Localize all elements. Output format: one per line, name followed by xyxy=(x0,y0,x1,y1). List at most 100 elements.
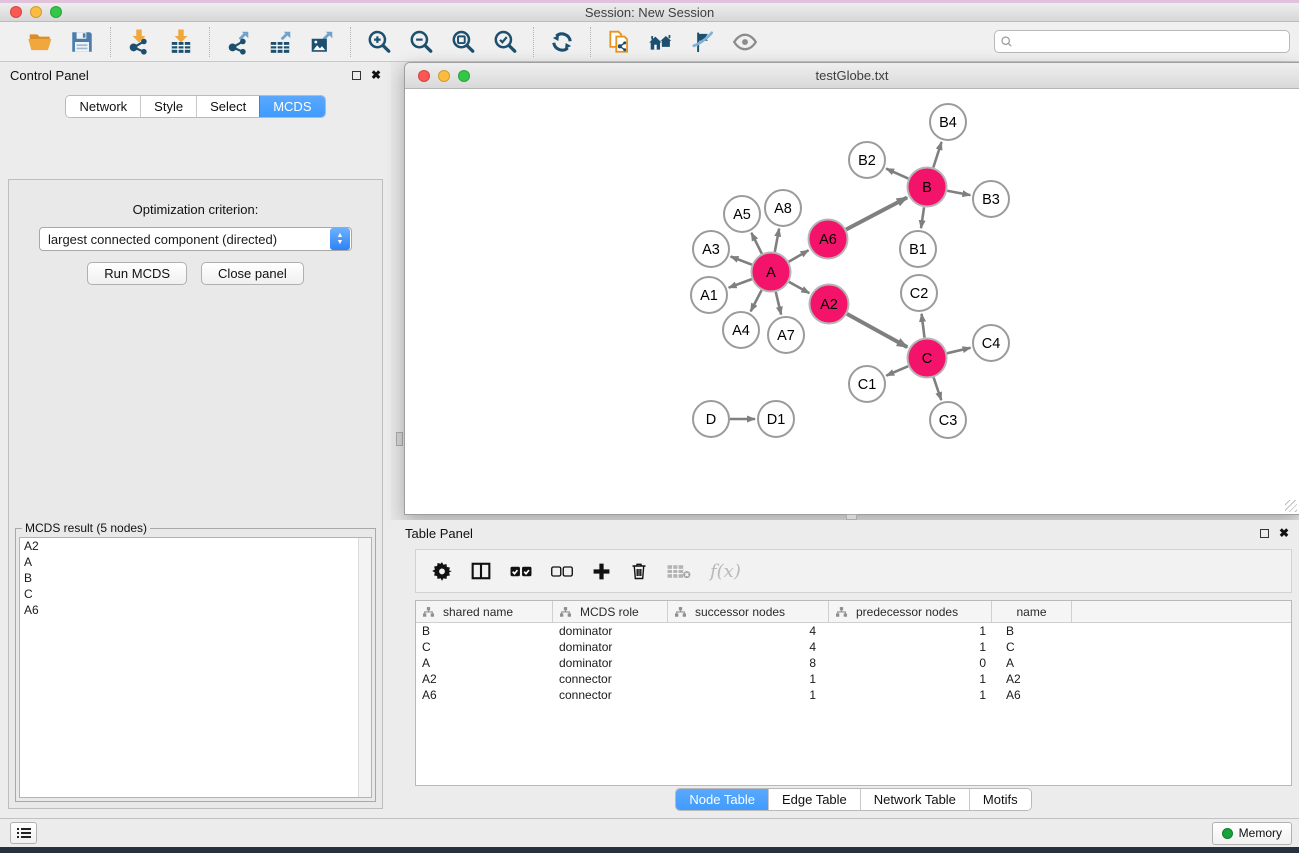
tab-node-table[interactable]: Node Table xyxy=(676,789,768,810)
save-session-button[interactable] xyxy=(68,28,96,56)
tab-edge-table[interactable]: Edge Table xyxy=(768,789,860,810)
import-network-button[interactable] xyxy=(125,28,153,56)
node-A8[interactable]: A8 xyxy=(765,190,801,226)
hide-annotations-button[interactable] xyxy=(689,28,717,56)
column-header-name[interactable]: name xyxy=(992,601,1072,622)
node-A3[interactable]: A3 xyxy=(693,231,729,267)
network-snapshot-button[interactable] xyxy=(605,28,633,56)
node-C4[interactable]: C4 xyxy=(973,325,1009,361)
zoom-fit-button[interactable] xyxy=(449,28,477,56)
edge-A-A1[interactable] xyxy=(729,279,752,288)
tab-network[interactable]: Network xyxy=(66,96,140,117)
column-header-successor-nodes[interactable]: successor nodes xyxy=(668,601,829,622)
delete-row-button[interactable] xyxy=(630,559,648,583)
node-D[interactable]: D xyxy=(693,401,729,437)
import-table-button[interactable] xyxy=(167,28,195,56)
edge-A-A8[interactable] xyxy=(775,229,779,252)
column-header-predecessor-nodes[interactable]: predecessor nodes xyxy=(829,601,992,622)
node-A7[interactable]: A7 xyxy=(768,317,804,353)
export-network-button[interactable] xyxy=(224,28,252,56)
float-table-panel-icon[interactable] xyxy=(1260,529,1269,538)
zoom-selected-button[interactable] xyxy=(491,28,519,56)
tab-style[interactable]: Style xyxy=(140,96,196,117)
node-A4[interactable]: A4 xyxy=(723,312,759,348)
network-graph[interactable]: A A1 A3A5A8 A4A7 A6 A2 B B2 B4 B3 B1 C C2 C4 C1 C3 D D1 xyxy=(405,90,1299,515)
edge-C-C4[interactable] xyxy=(947,348,971,354)
edge-B-B4[interactable] xyxy=(933,142,941,168)
zoom-in-button[interactable] xyxy=(365,28,393,56)
show-graphics-details-button[interactable] xyxy=(731,28,759,56)
export-table-button[interactable] xyxy=(266,28,294,56)
table-row[interactable]: Cdominator41C xyxy=(416,639,1291,655)
zoom-out-button[interactable] xyxy=(407,28,435,56)
node-B[interactable]: B xyxy=(908,168,947,207)
table-row[interactable]: A6connector11A6 xyxy=(416,687,1291,703)
node-B3[interactable]: B3 xyxy=(973,181,1009,217)
edge-A-A3[interactable] xyxy=(731,257,752,265)
table-row[interactable]: Bdominator41B xyxy=(416,623,1291,639)
edge-B-B2[interactable] xyxy=(886,169,908,179)
memory-button[interactable]: Memory xyxy=(1212,822,1292,845)
result-list-scrollbar[interactable] xyxy=(358,538,371,797)
node-B1[interactable]: B1 xyxy=(900,231,936,267)
table-row[interactable]: A2connector11A2 xyxy=(416,671,1291,687)
close-panel-button[interactable]: Close panel xyxy=(201,262,304,285)
add-row-button[interactable] xyxy=(592,559,611,583)
show-columns-button[interactable] xyxy=(510,559,532,583)
node-D1[interactable]: D1 xyxy=(758,401,794,437)
tab-motifs[interactable]: Motifs xyxy=(969,789,1031,810)
close-panel-icon[interactable]: ✖ xyxy=(371,69,381,81)
node-C2[interactable]: C2 xyxy=(901,275,937,311)
edge-C-C2[interactable] xyxy=(922,314,925,338)
window-resize-grip[interactable] xyxy=(1285,500,1297,512)
edge-A-A6[interactable] xyxy=(789,250,809,261)
hide-columns-button[interactable] xyxy=(551,559,573,583)
edge-A2-C[interactable] xyxy=(847,314,907,347)
edge-A-A4[interactable] xyxy=(751,290,762,311)
result-item[interactable]: A2 xyxy=(20,538,371,554)
edge-B-B3[interactable] xyxy=(947,191,970,195)
node-A1[interactable]: A1 xyxy=(691,277,727,313)
optimization-criterion-dropdown[interactable]: largest connected component (directed) ▲… xyxy=(39,227,352,251)
column-header-shared-name[interactable]: shared name xyxy=(416,601,553,622)
node-A5[interactable]: A5 xyxy=(724,196,760,232)
node-A2[interactable]: A2 xyxy=(810,285,849,324)
edge-A-A5[interactable] xyxy=(751,233,761,254)
result-item[interactable]: C xyxy=(20,586,371,602)
node-C3[interactable]: C3 xyxy=(930,402,966,438)
edge-A6-B[interactable] xyxy=(846,197,907,229)
edge-A-A7[interactable] xyxy=(776,292,781,315)
tab-select[interactable]: Select xyxy=(196,96,259,117)
split-columns-button[interactable] xyxy=(471,559,491,583)
edge-A-A2[interactable] xyxy=(789,282,809,293)
node-C[interactable]: C xyxy=(908,339,947,378)
edge-C-C3[interactable] xyxy=(934,377,942,400)
network-canvas[interactable]: A A1 A3A5A8 A4A7 A6 A2 B B2 B4 B3 B1 C C2 C4 C1 C3 D D1 xyxy=(405,90,1299,514)
node-C1[interactable]: C1 xyxy=(849,366,885,402)
column-header-MCDS-role[interactable]: MCDS role xyxy=(553,601,668,622)
result-item[interactable]: A xyxy=(20,554,371,570)
network-close-button[interactable] xyxy=(418,70,430,82)
edge-C-C1[interactable] xyxy=(886,366,908,375)
export-image-button[interactable] xyxy=(308,28,336,56)
open-file-button[interactable] xyxy=(26,28,54,56)
network-minimize-button[interactable] xyxy=(438,70,450,82)
float-panel-icon[interactable] xyxy=(352,71,361,80)
mcds-result-list[interactable]: A2ABCA6 xyxy=(19,537,372,798)
search-field[interactable] xyxy=(994,30,1290,53)
refresh-view-button[interactable] xyxy=(548,28,576,56)
node-B4[interactable]: B4 xyxy=(930,104,966,140)
edge-B-B1[interactable] xyxy=(921,207,924,228)
node-A[interactable]: A xyxy=(752,253,791,292)
result-item[interactable]: A6 xyxy=(20,602,371,618)
search-input[interactable] xyxy=(1014,34,1289,50)
node-A6[interactable]: A6 xyxy=(809,220,848,259)
split-divider-handle-vertical[interactable] xyxy=(396,432,403,446)
node-B2[interactable]: B2 xyxy=(849,142,885,178)
table-row[interactable]: Adominator80A xyxy=(416,655,1291,671)
node-table[interactable]: shared nameMCDS rolesuccessor nodesprede… xyxy=(415,600,1292,786)
result-item[interactable]: B xyxy=(20,570,371,586)
tab-network-table[interactable]: Network Table xyxy=(860,789,969,810)
birdseye-view-button[interactable] xyxy=(647,28,675,56)
close-table-panel-icon[interactable]: ✖ xyxy=(1279,527,1289,539)
